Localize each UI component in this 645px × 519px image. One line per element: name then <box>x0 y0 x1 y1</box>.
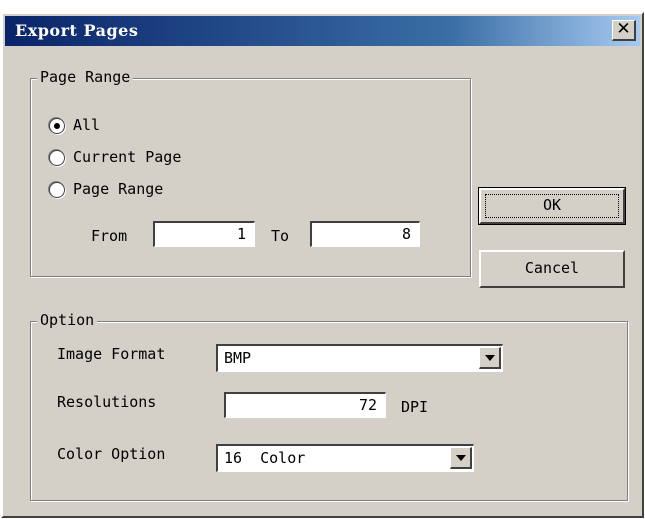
resolutions-input[interactable]: 72 <box>224 392 386 418</box>
page-range-legend: Page Range <box>37 68 134 86</box>
cancel-button[interactable]: Cancel <box>479 250 625 288</box>
radio-selected-dot <box>54 123 60 129</box>
ok-button[interactable]: OK <box>478 187 626 225</box>
color-option-select[interactable]: 16 Color <box>216 444 474 472</box>
close-icon: ✕ <box>616 19 631 39</box>
radio-current-page[interactable] <box>49 150 65 166</box>
color-option-label: Color Option <box>57 445 166 463</box>
image-format-label: Image Format <box>57 345 166 363</box>
export-pages-dialog: Export Pages ✕ Page Range All Current Pa… <box>1 12 644 518</box>
from-label: From <box>91 227 128 245</box>
radio-current-page-label[interactable]: Current Page <box>73 148 181 166</box>
image-format-value: BMP <box>224 349 252 367</box>
to-page-input[interactable]: 8 <box>310 221 420 247</box>
page-range-group <box>30 78 471 277</box>
from-page-input[interactable]: 1 <box>153 221 255 247</box>
color-option-value: 16 Color <box>224 449 306 467</box>
radio-all[interactable] <box>49 118 65 134</box>
cancel-button-label: Cancel <box>524 259 580 277</box>
chevron-down-icon[interactable] <box>479 347 501 369</box>
radio-page-range-label[interactable]: Page Range <box>73 180 163 198</box>
radio-page-range[interactable] <box>49 182 65 198</box>
close-button[interactable]: ✕ <box>612 20 636 41</box>
dialog-title: Export Pages <box>15 21 139 40</box>
focus-rect <box>485 194 619 218</box>
to-label: To <box>271 227 290 245</box>
resolutions-label: Resolutions <box>57 393 157 411</box>
title-bar[interactable]: Export Pages ✕ <box>5 16 640 46</box>
dpi-unit-label: DPI <box>401 398 429 416</box>
option-legend: Option <box>37 311 98 329</box>
chevron-down-icon[interactable] <box>450 447 472 469</box>
radio-all-label[interactable]: All <box>73 116 100 134</box>
image-format-select[interactable]: BMP <box>216 344 503 372</box>
